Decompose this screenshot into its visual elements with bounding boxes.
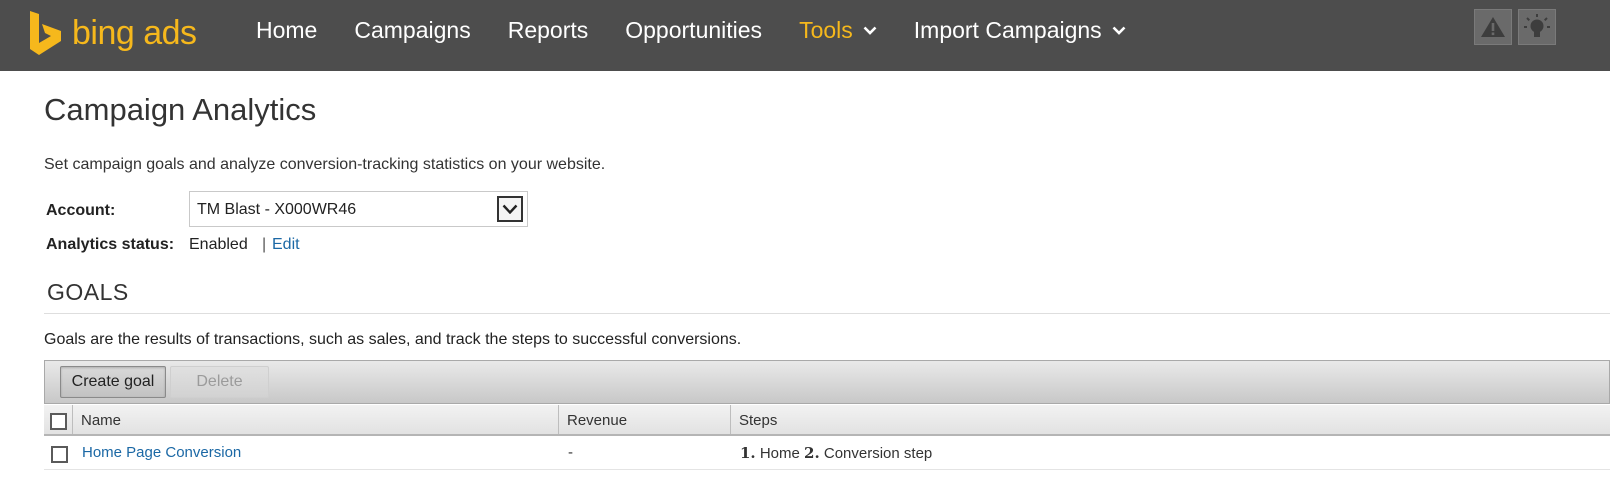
account-select[interactable]: TM Blast - X000WR46 [189,191,528,227]
goals-table-header: Name Revenue Steps [44,405,1610,436]
dropdown-arrow-icon[interactable] [497,196,523,222]
nav-home[interactable]: Home [256,17,317,44]
page-title: Campaign Analytics [44,92,317,127]
edit-analytics-link[interactable]: Edit [272,236,300,254]
column-header-revenue[interactable]: Revenue [559,405,731,434]
page-description: Set campaign goals and analyze conversio… [44,156,606,173]
bing-ads-logo[interactable]: bing ads [28,8,197,58]
ideas-button[interactable] [1518,9,1556,45]
chevron-down-icon [502,204,518,214]
step-label: Home [759,445,800,462]
section-divider [44,313,1610,314]
account-label: Account: [46,202,116,219]
goal-revenue: - [568,444,573,461]
warning-icon [1481,17,1505,37]
goals-toolbar: Create goal Delete [44,360,1610,404]
goals-description: Goals are the results of transactions, s… [44,331,742,348]
nav-opportunities[interactable]: Opportunities [625,17,762,44]
account-selected-value: TM Blast - X000WR46 [197,201,357,218]
nav-campaigns-label: Campaigns [354,16,471,43]
step-label: Conversion step [823,445,933,462]
main-nav: Home Campaigns Reports Opportunities Too… [256,0,1163,60]
table-row: Home Page Conversion - 1. Home 2. Conver… [44,437,1610,470]
goals-heading: GOALS [47,279,129,305]
nav-reports[interactable]: Reports [508,17,589,44]
step-number: 2. [804,444,820,462]
column-header-name[interactable]: Name [73,405,559,434]
goal-steps: 1. Home 2. Conversion step [740,437,932,469]
step-number: 1. [740,444,756,462]
status-separator: | [262,236,267,253]
analytics-status-label: Analytics status: [46,236,175,253]
brand-name: bing ads [72,14,197,52]
nav-campaigns[interactable]: Campaigns [354,17,470,44]
chevron-down-icon [1112,26,1126,35]
alerts-button[interactable] [1474,9,1512,45]
nav-import-campaigns-label: Import Campaigns [913,16,1102,43]
goal-name-link[interactable]: Home Page Conversion [82,444,241,461]
nav-import-campaigns[interactable]: Import Campaigns [914,17,1126,44]
column-header-steps[interactable]: Steps [731,405,1610,434]
create-goal-button[interactable]: Create goal [60,366,166,398]
lightbulb-icon [1524,14,1550,37]
nav-opportunities-label: Opportunities [625,16,763,43]
nav-tools[interactable]: Tools [799,17,877,44]
nav-reports-label: Reports [507,16,589,43]
select-all-cell [44,405,73,434]
select-all-checkbox[interactable] [50,413,67,430]
top-navigation-bar: bing ads Home Campaigns Reports Opportun… [0,0,1610,71]
delete-goal-button[interactable]: Delete [170,366,269,398]
row-checkbox[interactable] [51,446,68,463]
nav-home-label: Home [256,16,318,43]
analytics-status-value: Enabled [189,236,248,253]
chevron-down-icon [863,26,877,35]
nav-tools-label: Tools [799,16,853,43]
bing-logo-icon [30,11,61,55]
